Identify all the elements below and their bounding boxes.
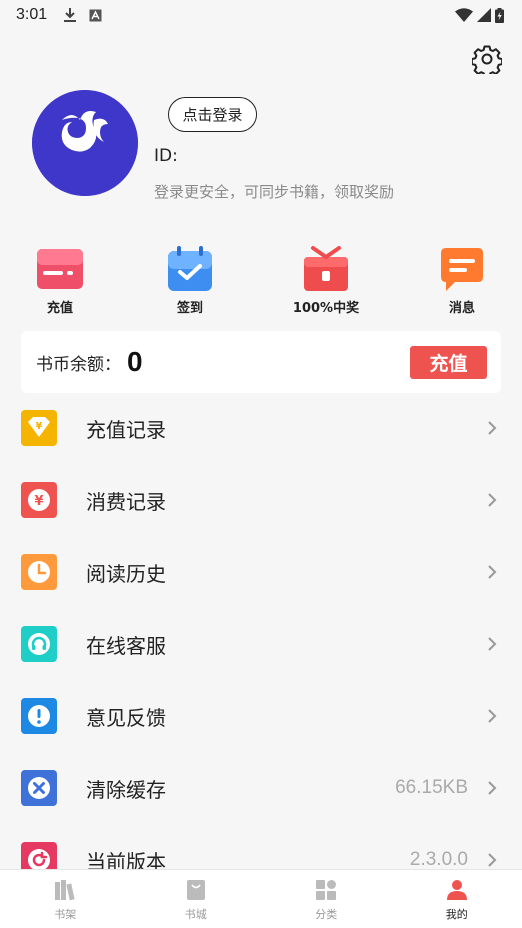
app-notification-icon [89, 9, 102, 21]
menu-item-label: 在线客服 [86, 633, 166, 658]
menu-item-label: 意见反馈 [86, 705, 166, 730]
nav-tab-label: 分类 [315, 908, 338, 921]
nav-tab-profile[interactable]: 我的 [392, 870, 522, 928]
signal-icon [477, 8, 491, 22]
exclamation-icon [21, 698, 57, 734]
menu-item-label: 充值记录 [86, 417, 166, 442]
cache-size-value: 66.15KB [395, 777, 468, 798]
quick-action-label: 签到 [176, 301, 203, 316]
bookstore-icon [186, 880, 205, 900]
nav-tab-label: 书架 [54, 908, 77, 921]
headset-icon [21, 626, 57, 662]
yuan-circle-icon: ¥ [21, 482, 57, 518]
recharge-button[interactable]: 充值 [410, 345, 487, 379]
bottom-nav: 书架 书城 分类 我的 [0, 869, 522, 928]
bookshelf-icon [55, 880, 75, 901]
quick-action-label: 消息 [448, 301, 475, 316]
menu-item-label: 清除缓存 [86, 777, 166, 802]
quick-action-label: 100%中奖 [292, 301, 360, 316]
gear-icon [472, 45, 502, 74]
status-bar: 3:01 [0, 0, 522, 30]
user-id-label: ID: [154, 146, 178, 166]
balance-label: 书币余额： [36, 354, 121, 375]
quick-action-recharge[interactable]: 充值 [5, 245, 115, 316]
quick-actions: 充值 签到 100%中奖 消息 [0, 245, 522, 320]
app-logo [32, 90, 138, 196]
menu-item-label: 阅读历史 [86, 561, 166, 586]
menu-item-customer-service[interactable]: 在线客服 [0, 608, 522, 680]
nav-tab-bookstore[interactable]: 书城 [131, 870, 262, 928]
clear-x-icon [21, 770, 57, 806]
recharge-card-icon [37, 249, 83, 289]
settings-button[interactable] [472, 44, 502, 74]
message-icon [441, 248, 483, 291]
chevron-right-icon [488, 853, 497, 867]
quick-action-checkin[interactable]: 签到 [135, 245, 245, 316]
calendar-check-icon [168, 246, 212, 291]
chevron-right-icon [488, 565, 497, 579]
balance-card: 书币余额： 0 充值 [21, 331, 501, 393]
battery-icon [495, 7, 504, 23]
menu-item-reading-history[interactable]: 阅读历史 [0, 536, 522, 608]
nav-tab-label: 我的 [445, 908, 468, 921]
balance-value: 0 [127, 346, 143, 377]
nav-tab-category[interactable]: 分类 [261, 870, 392, 928]
chevron-right-icon [488, 781, 497, 795]
nav-tab-bookshelf[interactable]: 书架 [0, 870, 131, 928]
yuan-diamond-icon: ¥ [21, 410, 57, 446]
category-icon [316, 880, 337, 900]
download-icon [64, 8, 77, 22]
avatar[interactable] [32, 90, 138, 196]
nav-tab-label: 书城 [184, 908, 207, 921]
svg-text:¥: ¥ [34, 494, 43, 509]
menu-item-label: 消费记录 [86, 489, 166, 514]
profile-icon [446, 880, 467, 900]
login-hint: 登录更安全，可同步书籍，领取奖励 [154, 183, 395, 201]
chevron-right-icon [488, 493, 497, 507]
quick-action-lottery[interactable]: 100%中奖 [271, 245, 381, 316]
status-time: 3:01 [16, 6, 48, 23]
gift-icon [304, 246, 348, 291]
version-value: 2.3.0.0 [409, 849, 468, 870]
clock-icon [21, 554, 57, 590]
menu-item-clear-cache[interactable]: 清除缓存 66.15KB [0, 752, 522, 824]
wifi-icon [455, 8, 473, 22]
menu-item-feedback[interactable]: 意见反馈 [0, 680, 522, 752]
quick-action-label: 充值 [46, 301, 73, 316]
menu-list: ¥ 充值记录 ¥ 消费记录 阅读历史 在线客服 意见反馈 清除缓存 66.15K… [0, 392, 522, 896]
chevron-right-icon [488, 709, 497, 723]
menu-item-recharge-history[interactable]: ¥ 充值记录 [0, 392, 522, 464]
chevron-right-icon [488, 421, 497, 435]
quick-action-messages[interactable]: 消息 [407, 245, 517, 316]
menu-item-spending-history[interactable]: ¥ 消费记录 [0, 464, 522, 536]
login-button[interactable]: 点击登录 [168, 97, 257, 132]
svg-text:¥: ¥ [36, 421, 43, 432]
chevron-right-icon [488, 637, 497, 651]
